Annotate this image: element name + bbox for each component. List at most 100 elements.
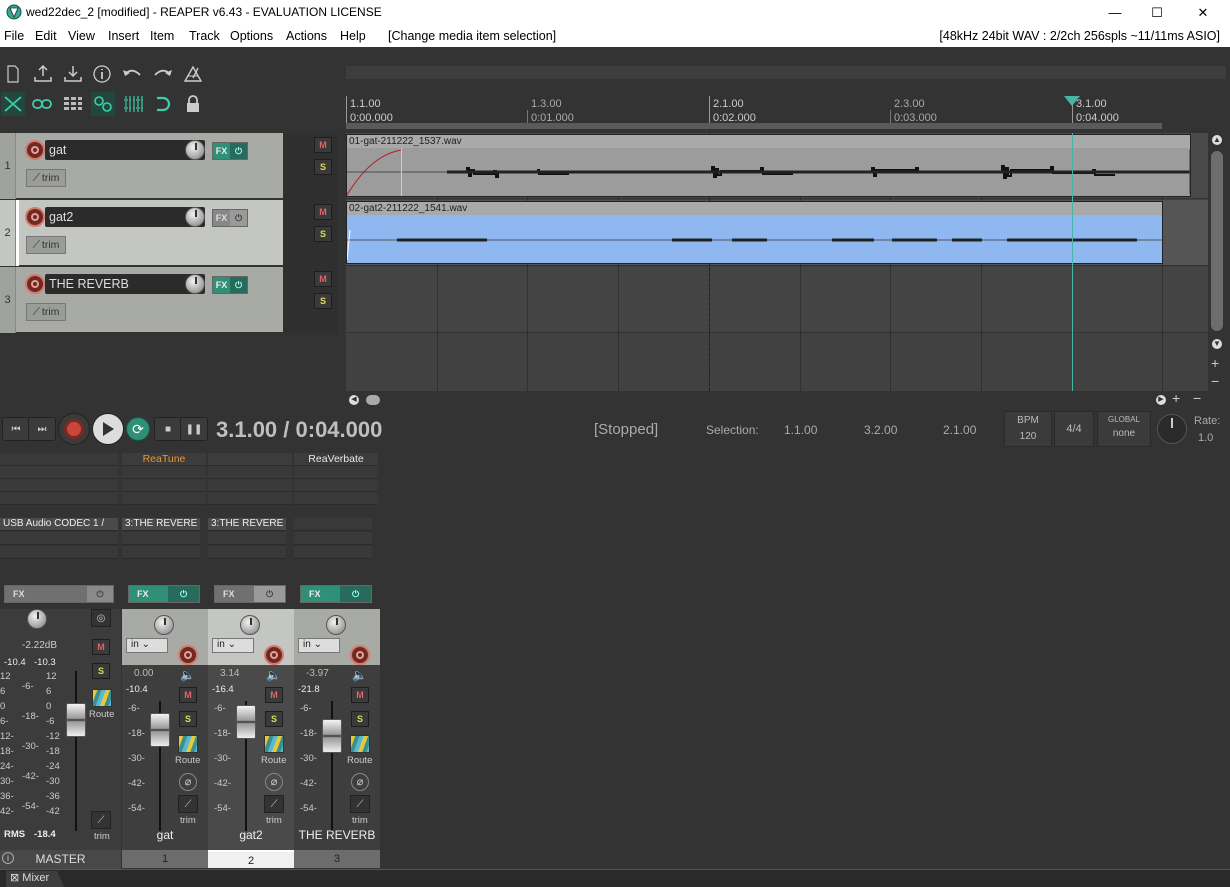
record-arm-button[interactable] bbox=[264, 645, 284, 665]
speaker-icon[interactable]: 🔈 bbox=[180, 668, 195, 682]
fx-button[interactable]: FX ⏻ bbox=[214, 585, 286, 603]
zoom-in-vertical-icon[interactable]: + bbox=[1211, 355, 1219, 371]
route-icon[interactable] bbox=[350, 735, 370, 753]
menu-options[interactable]: Options bbox=[230, 29, 273, 43]
input-selector[interactable]: in ⌄ bbox=[298, 638, 340, 653]
bpm-box[interactable]: BPM 120 bbox=[1004, 411, 1052, 447]
track-header-1[interactable]: 1 gat FX ⏻ ⟋ trim bbox=[0, 133, 283, 199]
menu-track[interactable]: Track bbox=[189, 29, 220, 43]
metronome-icon[interactable] bbox=[181, 62, 205, 86]
fx-button[interactable]: FX ⏻ bbox=[300, 585, 372, 603]
record-button[interactable] bbox=[58, 413, 90, 445]
empty-tcp-area[interactable] bbox=[0, 333, 346, 391]
strip-number[interactable]: 1 bbox=[122, 850, 208, 868]
strip-name[interactable]: gat2 bbox=[208, 828, 294, 842]
zoom-out-horizontal-icon[interactable]: − bbox=[1193, 390, 1201, 406]
solo-button[interactable]: S bbox=[314, 159, 332, 175]
maximize-button[interactable]: ☐ bbox=[1134, 0, 1180, 25]
automation-trim-icon[interactable]: ⟋ bbox=[350, 795, 370, 813]
media-item-1[interactable]: 01-gat-211222_1537.wav bbox=[346, 134, 1191, 197]
info-icon[interactable]: i bbox=[2, 852, 14, 864]
audio-device-status[interactable]: [48kHz 24bit WAV : 2/2ch 256spls ~11/11m… bbox=[939, 29, 1220, 43]
send-slot-empty[interactable] bbox=[294, 532, 372, 545]
repeat-toggle-icon[interactable]: ⟳ bbox=[126, 417, 150, 441]
master-label[interactable]: MASTER bbox=[0, 850, 121, 869]
volume-knob[interactable] bbox=[185, 140, 205, 160]
menu-help[interactable]: Help bbox=[340, 29, 366, 43]
track-lane-3[interactable] bbox=[346, 267, 1208, 333]
send-slot-empty[interactable] bbox=[208, 532, 286, 545]
track-name-field[interactable]: gat2 bbox=[45, 207, 205, 227]
track-name-field[interactable]: gat bbox=[45, 140, 205, 160]
selection-length[interactable]: 2.1.00 bbox=[943, 423, 976, 437]
track-header-3[interactable]: 3 THE REVERB FX ⏻ ⟋ trim bbox=[0, 267, 283, 333]
send-slot-empty[interactable] bbox=[0, 532, 118, 545]
input-selector[interactable]: in ⌄ bbox=[212, 638, 254, 653]
media-item-2[interactable]: 02-gat2-211222_1541.wav bbox=[346, 201, 1163, 264]
scrollbar-thumb[interactable] bbox=[1211, 151, 1223, 331]
lock-icon[interactable] bbox=[181, 92, 205, 116]
horizontal-scrollbar[interactable]: ◀ ▶ + − bbox=[346, 390, 1206, 407]
fx-slot-empty[interactable] bbox=[208, 453, 292, 466]
speaker-icon[interactable]: 🔈 bbox=[266, 668, 281, 682]
strip-number[interactable]: 2 bbox=[208, 850, 294, 868]
grouping-icon[interactable] bbox=[61, 92, 85, 116]
automation-trim-icon[interactable]: ⟋ bbox=[264, 795, 284, 813]
mute-button[interactable]: M bbox=[179, 687, 197, 703]
mute-button[interactable]: M bbox=[265, 687, 283, 703]
send-slot[interactable]: 3:THE REVERE bbox=[208, 518, 286, 531]
automation-trim-button[interactable]: ⟋ trim bbox=[26, 303, 66, 321]
fx-button[interactable]: FX ⏻ bbox=[128, 585, 200, 603]
pan-knob[interactable] bbox=[154, 615, 174, 635]
global-automation-box[interactable]: GLOBAL none bbox=[1097, 411, 1151, 447]
scroll-down-icon[interactable]: ▼ bbox=[1212, 339, 1222, 349]
mute-button[interactable]: M bbox=[314, 204, 332, 220]
mixer-tab[interactable]: ⊠ Mixer bbox=[6, 871, 64, 887]
fx-button[interactable]: FX ⏻ bbox=[212, 276, 248, 294]
snap-grid-icon[interactable] bbox=[121, 92, 145, 116]
fx-slot-empty[interactable] bbox=[122, 492, 206, 505]
fx-slot-empty[interactable] bbox=[208, 492, 292, 505]
record-arm-button[interactable] bbox=[350, 645, 370, 665]
input-selector[interactable]: in ⌄ bbox=[126, 638, 168, 653]
time-selection-bar[interactable] bbox=[346, 123, 1162, 129]
solo-button[interactable]: S bbox=[314, 226, 332, 242]
solo-button[interactable]: S bbox=[314, 293, 332, 309]
fx-bypass-icon[interactable]: ⏻ bbox=[87, 586, 113, 602]
edit-cursor-marker-icon[interactable] bbox=[1064, 96, 1080, 108]
strip-name[interactable]: THE REVERB bbox=[294, 828, 380, 842]
fx-bypass-icon[interactable]: ⏻ bbox=[254, 586, 285, 602]
mute-button[interactable]: M bbox=[314, 271, 332, 287]
save-project-icon[interactable] bbox=[61, 62, 85, 86]
fx-bypass-icon[interactable]: ⏻ bbox=[340, 586, 371, 602]
time-signature[interactable]: 4/4 bbox=[1054, 411, 1094, 447]
fx-slot-empty[interactable] bbox=[122, 479, 206, 492]
pan-knob[interactable] bbox=[240, 615, 260, 635]
fx-slot-empty[interactable] bbox=[294, 492, 378, 505]
fx-slot-empty[interactable] bbox=[294, 479, 378, 492]
project-info-icon[interactable] bbox=[90, 62, 114, 86]
fx-slot-reaverbate[interactable]: ReaVerbate bbox=[294, 453, 378, 466]
phase-invert-icon[interactable]: ⌀ bbox=[179, 773, 197, 791]
speaker-icon[interactable]: 🔈 bbox=[352, 668, 367, 682]
automation-trim-icon[interactable]: ⟋ bbox=[178, 795, 198, 813]
menu-item[interactable]: Item bbox=[150, 29, 174, 43]
vertical-scrollbar[interactable]: ▲ ▼ + − bbox=[1209, 133, 1230, 391]
strip-name[interactable]: gat bbox=[122, 828, 208, 842]
mute-button[interactable]: M bbox=[351, 687, 369, 703]
automation-trim-icon[interactable]: ⟋ bbox=[91, 811, 111, 829]
master-volume-fader[interactable] bbox=[66, 703, 86, 737]
record-arm-button[interactable] bbox=[178, 645, 198, 665]
mute-button[interactable]: M bbox=[314, 137, 332, 153]
fx-slot-empty[interactable] bbox=[208, 466, 292, 479]
fx-slot-reatune[interactable]: ReaTune bbox=[122, 453, 206, 466]
scrollbar-thumb[interactable] bbox=[366, 395, 380, 405]
record-arm-button[interactable] bbox=[25, 140, 45, 160]
fx-slot-empty[interactable] bbox=[0, 479, 118, 492]
snap-magnet-icon[interactable] bbox=[151, 92, 175, 116]
route-icon[interactable] bbox=[178, 735, 198, 753]
volume-readout[interactable]: -3.97 bbox=[306, 668, 329, 679]
volume-readout[interactable]: 3.14 bbox=[220, 668, 239, 679]
phase-invert-icon[interactable]: ⌀ bbox=[351, 773, 369, 791]
new-project-icon[interactable] bbox=[1, 62, 25, 86]
